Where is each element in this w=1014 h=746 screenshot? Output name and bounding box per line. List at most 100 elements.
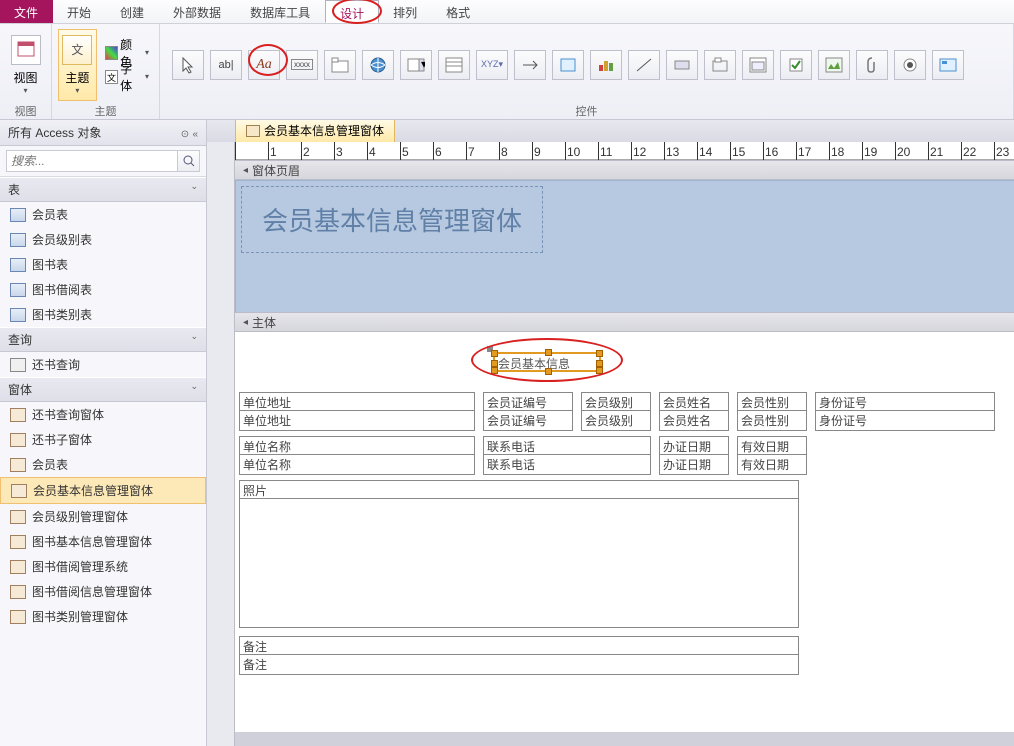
nav-collapse-icon[interactable]: « bbox=[192, 129, 198, 140]
theme-label: 主题 bbox=[65, 69, 89, 86]
tab-format[interactable]: 格式 bbox=[432, 0, 485, 23]
nav-form-item[interactable]: 还书子窗体 bbox=[0, 427, 206, 452]
tab-create[interactable]: 创建 bbox=[106, 0, 159, 23]
image-tool[interactable] bbox=[818, 50, 850, 80]
tab-control-tool[interactable] bbox=[324, 50, 356, 80]
nav-cat-forms[interactable]: 窗体⌄ bbox=[0, 377, 206, 402]
form-title-label[interactable]: 会员基本信息管理窗体 bbox=[241, 186, 543, 253]
listbox-tool[interactable] bbox=[438, 50, 470, 80]
nav-form-item[interactable]: 图书借阅信息管理窗体 bbox=[0, 579, 206, 604]
nav-query-item[interactable]: 还书查询 bbox=[0, 352, 206, 377]
nav-table-item[interactable]: 图书借阅表 bbox=[0, 277, 206, 302]
view-group-label: 视图 bbox=[6, 103, 45, 119]
label-level[interactable]: 会员级别 bbox=[581, 392, 651, 412]
image-photo[interactable] bbox=[239, 498, 799, 628]
collapse-icon: ⌄ bbox=[190, 381, 198, 398]
option-group-tool[interactable] bbox=[704, 50, 736, 80]
checkbox-tool[interactable] bbox=[780, 50, 812, 80]
textbox-phone[interactable]: 联系电话 bbox=[483, 454, 651, 475]
view-label: 视图 bbox=[13, 69, 37, 86]
nav-table-item[interactable]: 图书类别表 bbox=[0, 302, 206, 327]
textbox-name[interactable]: 会员姓名 bbox=[659, 410, 729, 431]
label-idcard[interactable]: 身份证号 bbox=[815, 392, 995, 412]
chart-tool[interactable] bbox=[590, 50, 622, 80]
section-form-header[interactable]: 窗体页眉 bbox=[235, 160, 1014, 180]
textbox-tool[interactable]: ab| bbox=[210, 50, 242, 80]
xyz-tool[interactable]: XYZ▾ bbox=[476, 50, 508, 80]
fonts-button[interactable]: 文字体▾ bbox=[101, 66, 153, 88]
label-issuedate[interactable]: 办证日期 bbox=[659, 436, 729, 456]
view-button[interactable]: 视图 ▾ bbox=[6, 29, 45, 101]
label-phone[interactable]: 联系电话 bbox=[483, 436, 651, 456]
tab-dbtools[interactable]: 数据库工具 bbox=[236, 0, 325, 23]
textbox-issuedate[interactable]: 办证日期 bbox=[659, 454, 729, 475]
left-gutter bbox=[207, 142, 235, 746]
nav-form-item[interactable]: 会员级别管理窗体 bbox=[0, 504, 206, 529]
theme-button[interactable]: 文 主题 ▾ bbox=[58, 29, 97, 101]
nav-dropdown-icon[interactable]: ⊙ bbox=[181, 129, 189, 140]
textbox-address[interactable]: 单位地址 bbox=[239, 410, 475, 431]
ruler-horizontal[interactable]: 123456789101112131415161718192021222324 bbox=[235, 142, 1014, 160]
more-controls-tool[interactable] bbox=[932, 50, 964, 80]
label-company[interactable]: 单位名称 bbox=[239, 436, 475, 456]
section-detail[interactable]: 主体 bbox=[235, 312, 1014, 332]
label-address[interactable]: 单位地址 bbox=[239, 392, 475, 412]
hyperlink-tool[interactable] bbox=[362, 50, 394, 80]
nav-cat-queries[interactable]: 查询⌄ bbox=[0, 327, 206, 352]
toggle-tool[interactable] bbox=[666, 50, 698, 80]
selected-label-control[interactable]: 会员基本信息 bbox=[493, 352, 601, 372]
nav-form-item[interactable]: 图书类别管理窗体 bbox=[0, 604, 206, 629]
rectangle-tool[interactable] bbox=[552, 50, 584, 80]
label-remark[interactable]: 备注 bbox=[239, 636, 799, 656]
form-header-canvas[interactable]: 会员基本信息管理窗体 bbox=[235, 180, 1014, 312]
textbox-idcard[interactable]: 身份证号 bbox=[815, 410, 995, 431]
tab-home[interactable]: 开始 bbox=[53, 0, 106, 23]
theme-group-label: 主题 bbox=[58, 103, 153, 119]
collapse-icon: ⌄ bbox=[190, 331, 198, 348]
combo-tool[interactable]: ▾ bbox=[400, 50, 432, 80]
tab-file[interactable]: 文件 bbox=[0, 0, 53, 23]
textbox-level[interactable]: 会员级别 bbox=[581, 410, 651, 431]
option-button-tool[interactable] bbox=[894, 50, 926, 80]
nav-form-item[interactable]: 会员表 bbox=[0, 452, 206, 477]
subform-tool[interactable] bbox=[742, 50, 774, 80]
textbox-company[interactable]: 单位名称 bbox=[239, 454, 475, 475]
nav-header[interactable]: 所有 Access 对象 ⊙ « bbox=[0, 120, 206, 146]
search-input[interactable] bbox=[6, 150, 178, 172]
label-tool[interactable]: Aa bbox=[248, 50, 280, 80]
nav-form-item[interactable]: 还书查询窗体 bbox=[0, 402, 206, 427]
document-tab-title: 会员基本信息管理窗体 bbox=[264, 122, 384, 139]
pointer-tool[interactable] bbox=[172, 50, 204, 80]
textbox-memberid[interactable]: 会员证编号 bbox=[483, 410, 573, 431]
search-button[interactable] bbox=[178, 150, 200, 172]
menu-bar: 文件 开始 创建 外部数据 数据库工具 设计 排列 格式 bbox=[0, 0, 1014, 24]
label-photo[interactable]: 照片 bbox=[239, 480, 799, 500]
ribbon: 视图 ▾ 视图 文 主题 ▾ 颜色▾ 文字体▾ 主题 ab| Aa xxxx bbox=[0, 24, 1014, 120]
nav-form-item-selected[interactable]: 会员基本信息管理窗体 bbox=[0, 477, 206, 504]
textbox-validdate[interactable]: 有效日期 bbox=[737, 454, 807, 475]
form-detail-canvas[interactable]: 会员基本信息 单位地址 单位地址 会员证编号 会员证编号 会员级别 bbox=[235, 332, 1014, 732]
attachment-tool[interactable] bbox=[856, 50, 888, 80]
nav-table-item[interactable]: 会员级别表 bbox=[0, 227, 206, 252]
label-name[interactable]: 会员姓名 bbox=[659, 392, 729, 412]
pagebreak-tool[interactable] bbox=[514, 50, 546, 80]
button-tool[interactable]: xxxx bbox=[286, 50, 318, 80]
tab-external[interactable]: 外部数据 bbox=[159, 0, 236, 23]
textbox-gender[interactable]: 会员性别 bbox=[737, 410, 807, 431]
document-tab[interactable]: 会员基本信息管理窗体 bbox=[235, 120, 395, 142]
label-validdate[interactable]: 有效日期 bbox=[737, 436, 807, 456]
nav-table-item[interactable]: 会员表 bbox=[0, 202, 206, 227]
line-tool[interactable] bbox=[628, 50, 660, 80]
tab-design[interactable]: 设计 bbox=[325, 0, 379, 23]
nav-table-item[interactable]: 图书表 bbox=[0, 252, 206, 277]
design-surface: 会员基本信息管理窗体 12345678910111213141516171819… bbox=[207, 120, 1014, 746]
svg-text:▾: ▾ bbox=[421, 58, 425, 71]
textbox-remark[interactable]: 备注 bbox=[239, 654, 799, 675]
label-memberid[interactable]: 会员证编号 bbox=[483, 392, 573, 412]
form-icon bbox=[246, 125, 260, 137]
nav-form-item[interactable]: 图书借阅管理系统 bbox=[0, 554, 206, 579]
nav-cat-tables[interactable]: 表⌄ bbox=[0, 177, 206, 202]
label-gender[interactable]: 会员性别 bbox=[737, 392, 807, 412]
tab-arrange[interactable]: 排列 bbox=[379, 0, 432, 23]
nav-form-item[interactable]: 图书基本信息管理窗体 bbox=[0, 529, 206, 554]
